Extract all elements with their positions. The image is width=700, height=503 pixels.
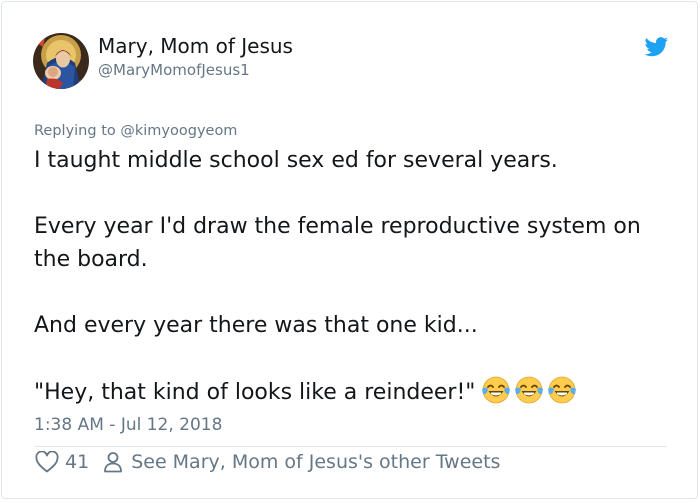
other-tweets-link[interactable]: See Mary, Mom of Jesus's other Tweets — [131, 449, 500, 475]
tweet-line-1: I taught middle school sex ed for severa… — [34, 148, 558, 173]
tweet-timestamp[interactable]: 1:38 AM - Jul 12, 2018 — [34, 413, 222, 437]
like-count: 41 — [65, 451, 90, 473]
tweet-actions: 41 See Mary, Mom of Jesus's other Tweets — [35, 449, 500, 475]
tears-of-joy-emoji-icon — [515, 376, 544, 404]
replying-to-mention[interactable]: @kimyoogyeom — [120, 123, 237, 139]
tweet-card: Mary, Mom of Jesus @MaryMomofJesus1 Repl… — [1, 1, 698, 499]
author-handle[interactable]: @MaryMomofJesus1 — [98, 60, 250, 80]
person-icon — [104, 452, 123, 473]
tweet-line-3: And every year there was that one kid... — [34, 313, 478, 338]
tweet-line-2: Every year I'd draw the female reproduct… — [34, 214, 641, 272]
replying-to-line: Replying to @kimyoogyeom — [34, 121, 237, 141]
divider — [34, 446, 667, 447]
replying-to-label: Replying to — [34, 123, 116, 139]
author-display-name[interactable]: Mary, Mom of Jesus — [98, 33, 293, 59]
tweet-text: I taught middle school sex ed for severa… — [34, 144, 674, 415]
emoji-group — [481, 375, 580, 415]
avatar[interactable] — [33, 33, 89, 89]
tweet-line-4: "Hey, that kind of looks like a reindeer… — [34, 380, 476, 405]
tears-of-joy-emoji-icon — [482, 376, 511, 404]
tears-of-joy-emoji-icon — [548, 376, 577, 404]
twitter-bird-icon[interactable] — [644, 37, 669, 57]
heart-icon[interactable] — [35, 451, 59, 473]
avatar-image — [33, 33, 89, 89]
tweet-line-4-container: "Hey, that kind of looks like a reindeer… — [34, 375, 674, 415]
